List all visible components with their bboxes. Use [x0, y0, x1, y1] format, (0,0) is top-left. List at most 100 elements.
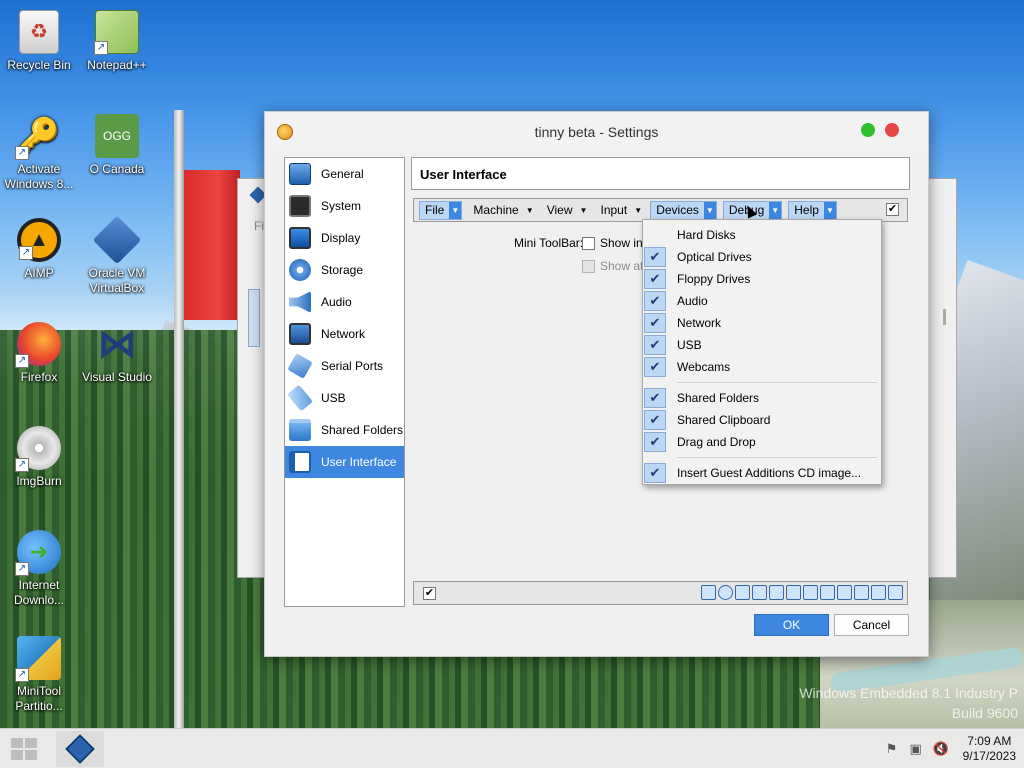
dialog-titlebar[interactable]: tinny beta - Settings	[265, 112, 928, 150]
sidebar-item-storage[interactable]: Storage	[285, 254, 404, 286]
taskbar-virtualbox-button[interactable]	[56, 731, 104, 767]
audio-indicator-icon[interactable]	[752, 585, 767, 600]
sidebar-item-shared-folders[interactable]: Shared Folders	[285, 414, 404, 446]
menu-item-audio[interactable]: ✔ Audio	[643, 290, 881, 312]
recording-indicator-icon[interactable]	[837, 585, 852, 600]
desktop-icon-activate-windows[interactable]: 🔑 ↗ Activate Windows 8...	[2, 114, 76, 192]
close-button[interactable]	[885, 123, 899, 137]
menu-item-label: Optical Drives	[677, 250, 752, 264]
cancel-button[interactable]: Cancel	[834, 614, 909, 636]
keyboard-indicator-icon[interactable]	[888, 585, 903, 600]
statusbar-enabled-checkbox[interactable]: ✔	[423, 587, 436, 600]
chevron-down-icon[interactable]: ▼	[769, 201, 782, 219]
menubar-item-input[interactable]: Input ▼	[596, 201, 645, 220]
desktop-icon-internet-download-manager[interactable]: ➜ ↗ Internet Downlo...	[2, 530, 76, 608]
menu-item-webcams[interactable]: ✔ Webcams	[643, 356, 881, 378]
sidebar-item-system[interactable]: System	[285, 190, 404, 222]
chevron-down-icon[interactable]: ▼	[703, 201, 716, 219]
mini-toolbar-show-at-top-option[interactable]: Show at	[582, 259, 643, 273]
sidebar-item-label: User Interface	[321, 455, 397, 469]
display-indicator-icon[interactable]	[820, 585, 835, 600]
sidebar-item-label: USB	[321, 391, 346, 405]
chevron-down-icon[interactable]: ▼	[449, 201, 462, 219]
desktop-icon-imgburn[interactable]: ↗ ImgBurn	[2, 426, 76, 489]
desktop-icon-label: Oracle VM VirtualBox	[88, 266, 146, 295]
desktop-icon-notepad-plus-plus[interactable]: ↗ Notepad++	[80, 10, 154, 73]
menubar-enabled-checkbox[interactable]: ✔	[886, 203, 899, 216]
sidebar-item-user-interface[interactable]: User Interface	[285, 446, 404, 478]
taskbar-clock[interactable]: 7:09 AM 9/17/2023	[963, 734, 1016, 764]
optical-drive-indicator-icon[interactable]	[718, 585, 733, 600]
volume-muted-icon[interactable]: 🔇	[933, 742, 949, 756]
menu-item-shared-clipboard[interactable]: ✔ Shared Clipboard	[643, 409, 881, 431]
menu-item-hard-disks[interactable]: Hard Disks	[643, 224, 881, 246]
ok-button[interactable]: OK	[754, 614, 829, 636]
menu-item-insert-guest-additions[interactable]: ✔ Insert Guest Additions CD image...	[643, 462, 881, 484]
sidebar-item-general[interactable]: General	[285, 158, 404, 190]
menubar-item-devices[interactable]: Devices ▼	[650, 200, 717, 220]
desktop-icon-label: Notepad++	[87, 58, 147, 72]
sidebar-item-usb[interactable]: USB	[285, 382, 404, 414]
menu-item-label: Network	[677, 316, 722, 330]
windows-watermark: Windows Embedded 8.1 Industry P Build 96…	[799, 683, 1018, 723]
desktop-icon-o-canada[interactable]: OGG O Canada	[80, 114, 154, 177]
menubar-item-file[interactable]: File ▼	[419, 200, 463, 220]
shortcut-arrow-icon: ↗	[15, 146, 29, 160]
sidebar-item-network[interactable]: Network	[285, 318, 404, 350]
check-icon: ✔	[644, 463, 666, 483]
folder-icon	[289, 419, 311, 441]
check-icon: ✔	[644, 388, 666, 408]
network-indicator-icon[interactable]	[769, 585, 784, 600]
start-button[interactable]	[8, 737, 38, 761]
menu-item-label: Webcams	[677, 360, 731, 374]
sidebar-item-display[interactable]: Display	[285, 222, 404, 254]
cpu-indicator-icon[interactable]	[854, 585, 869, 600]
menubar-item-view[interactable]: View ▼	[542, 201, 590, 220]
chevron-down-icon[interactable]: ▼	[823, 201, 836, 219]
menubar-item-machine[interactable]: Machine ▼	[468, 201, 535, 220]
taskbar: ⚑ ▣ 🔇 7:09 AM 9/17/2023	[0, 728, 1024, 768]
desktop-icon-firefox[interactable]: ↗ Firefox	[2, 322, 76, 385]
network-tray-icon[interactable]: ▣	[909, 742, 923, 756]
sidebar-item-audio[interactable]: Audio	[285, 286, 404, 318]
menu-item-usb[interactable]: ✔ USB	[643, 334, 881, 356]
shared-folders-indicator-icon[interactable]	[803, 585, 818, 600]
sidebar-item-serial-ports[interactable]: Serial Ports	[285, 350, 404, 382]
desktop-icon-visual-studio[interactable]: ⋈ Visual Studio	[80, 322, 154, 385]
menu-item-label: Shared Folders	[677, 391, 760, 405]
menu-item-shared-folders[interactable]: ✔ Shared Folders	[643, 387, 881, 409]
usb-indicator-icon[interactable]	[786, 585, 801, 600]
display-monitor-icon	[289, 227, 311, 249]
show-at-top-checkbox[interactable]	[582, 259, 595, 273]
floppy-indicator-icon[interactable]	[735, 585, 750, 600]
chevron-down-icon[interactable]: ▼	[578, 206, 590, 215]
desktop-icon-recycle-bin[interactable]: ♻ Recycle Bin	[2, 10, 76, 73]
menu-item-network[interactable]: ✔ Network	[643, 312, 881, 334]
option-label: Show at	[600, 259, 644, 273]
desktop-icon-minitool-partition[interactable]: ↗ MiniTool Partitio...	[2, 636, 76, 714]
menu-item-drag-and-drop[interactable]: ✔ Drag and Drop	[643, 431, 881, 453]
shortcut-arrow-icon: ↗	[19, 246, 33, 260]
desktop-icon-aimp[interactable]: ▲ ↗ AIMP	[2, 218, 76, 281]
menu-item-optical-drives[interactable]: ✔ Optical Drives	[643, 246, 881, 268]
menubar-item-help[interactable]: Help ▼	[788, 200, 837, 220]
key-icon: 🔑 ↗	[15, 114, 61, 160]
action-center-flag-icon[interactable]: ⚑	[885, 742, 899, 756]
shortcut-arrow-icon: ↗	[15, 668, 29, 682]
page-title: User Interface	[411, 157, 910, 190]
chevron-down-icon[interactable]: ▼	[524, 206, 536, 215]
devices-menu-dropdown[interactable]: Hard Disks ✔ Optical Drives ✔ Floppy Dri…	[642, 219, 882, 485]
general-icon	[289, 163, 311, 185]
maximize-button[interactable]	[861, 123, 875, 137]
show-fullscreen-checkbox[interactable]	[582, 236, 595, 250]
statusbar-editor[interactable]: ✔	[413, 581, 908, 605]
menu-item-floppy-drives[interactable]: ✔ Floppy Drives	[643, 268, 881, 290]
desktop-icon-label: Firefox	[20, 370, 58, 384]
chevron-down-icon[interactable]: ▼	[632, 206, 644, 215]
background-window-scrollbar[interactable]	[943, 309, 946, 325]
settings-sidebar[interactable]: General System Display Storage Audio Net…	[284, 157, 405, 607]
desktop-icon-virtualbox[interactable]: Oracle VM VirtualBox	[80, 215, 154, 296]
mouse-integration-indicator-icon[interactable]	[871, 585, 886, 600]
system-tray: ⚑ ▣ 🔇 7:09 AM 9/17/2023	[885, 734, 1016, 764]
hard-disk-indicator-icon[interactable]	[701, 585, 716, 600]
